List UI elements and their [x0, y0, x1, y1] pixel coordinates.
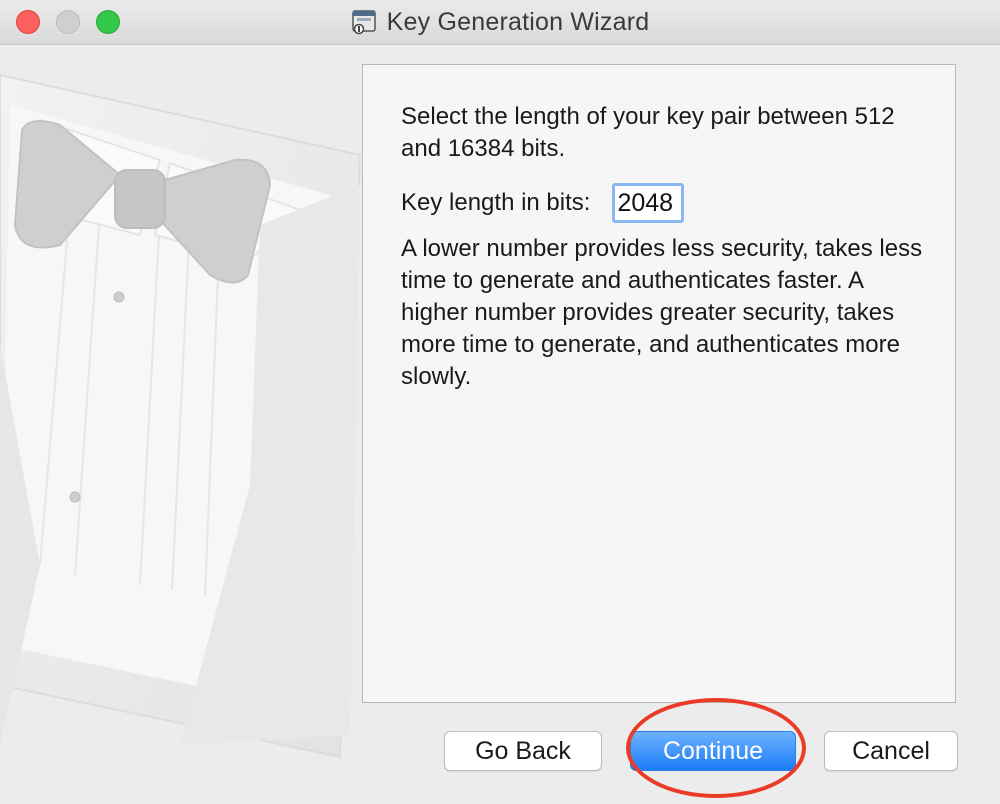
key-wizard-app-icon [351, 10, 376, 35]
key-length-label: Key length in bits: [401, 189, 591, 216]
key-length-row: Key length in bits: [401, 181, 685, 225]
key-length-description: A lower number provides less security, t… [401, 235, 923, 390]
cancel-button[interactable]: Cancel [824, 731, 958, 771]
window-title-group: Key Generation Wizard [0, 0, 1000, 44]
go-back-button[interactable]: Go Back [444, 731, 602, 771]
key-generation-wizard-window: Key Generation Wizard Select the length … [0, 0, 1000, 804]
continue-button[interactable]: Continue [630, 731, 796, 771]
tuxedo-illustration [0, 73, 362, 759]
instruction-text: Select the length of your key pair betwe… [401, 103, 895, 162]
window-title: Key Generation Wizard [386, 7, 650, 36]
content-panel: Select the length of your key pair betwe… [362, 64, 956, 703]
title-bar[interactable]: Key Generation Wizard [0, 0, 1000, 45]
key-length-input[interactable] [612, 183, 685, 223]
